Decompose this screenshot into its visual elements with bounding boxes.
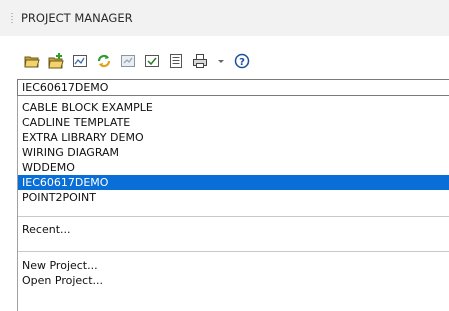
project-option-extra-library-demo[interactable]: EXTRA LIBRARY DEMO xyxy=(18,130,449,145)
project-dropdown-list: CABLE BLOCK EXAMPLE CADLINE TEMPLATE EXT… xyxy=(17,96,449,311)
project-option-cadline-template[interactable]: CADLINE TEMPLATE xyxy=(18,115,449,130)
project-option-wddemo[interactable]: WDDEMO xyxy=(18,160,449,175)
list-divider xyxy=(18,251,449,252)
open-project-icon[interactable] xyxy=(24,53,40,69)
panel-title: PROJECT MANAGER xyxy=(21,11,133,25)
project-option-iec60617demo[interactable]: IEC60617DEMO xyxy=(18,175,449,190)
combo-selected-value: IEC60617DEMO xyxy=(22,81,109,94)
drag-grip-icon[interactable] xyxy=(11,13,13,25)
new-project-icon[interactable] xyxy=(48,53,64,69)
list-divider xyxy=(18,216,449,217)
project-option-wiring-diagram[interactable]: WIRING DIAGRAM xyxy=(18,145,449,160)
toolbar: ? xyxy=(24,52,258,70)
check-icon[interactable] xyxy=(144,53,160,69)
help-icon[interactable]: ? xyxy=(234,53,250,69)
project-properties-icon[interactable] xyxy=(72,53,88,69)
new-project-option[interactable]: New Project... xyxy=(18,258,449,273)
update-icon[interactable] xyxy=(120,53,136,69)
project-option-point2point[interactable]: POINT2POINT xyxy=(18,190,449,205)
project-combobox[interactable]: IEC60617DEMO xyxy=(17,79,449,96)
print-icon[interactable] xyxy=(192,53,208,69)
project-option-cable-block-example[interactable]: CABLE BLOCK EXAMPLE xyxy=(18,100,449,115)
dropdown-arrow-icon[interactable] xyxy=(216,53,226,69)
svg-text:?: ? xyxy=(239,57,245,68)
open-project-option[interactable]: Open Project... xyxy=(18,273,449,288)
report-icon[interactable] xyxy=(168,53,184,69)
refresh-icon[interactable] xyxy=(96,53,112,69)
panel-titlebar: PROJECT MANAGER xyxy=(0,0,449,36)
recent-option[interactable]: Recent... xyxy=(18,222,449,237)
